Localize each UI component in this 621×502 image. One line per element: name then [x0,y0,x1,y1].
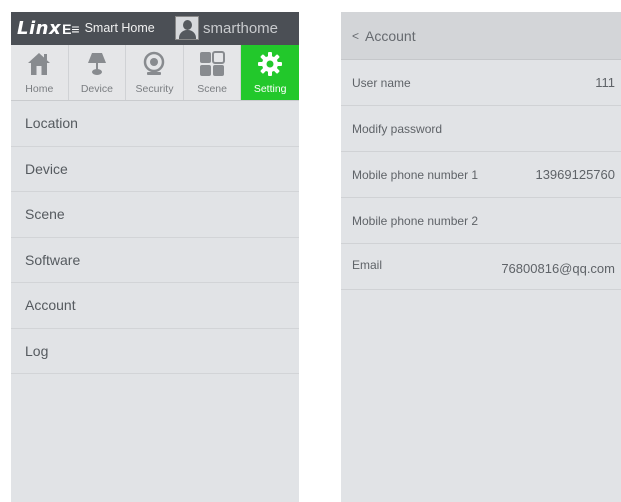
row-label: Mobile phone number 1 [352,167,479,182]
camera-icon [144,51,165,75]
app-title: Smart Home [84,20,155,35]
user-profile[interactable]: smarthome [175,16,278,40]
tab-setting-label: Setting [253,83,287,95]
house-icon [28,53,51,75]
row-modify-password[interactable]: Modify password [341,106,621,152]
account-screen: < Account User name 111 Modify password … [341,12,621,502]
account-header: < Account [341,12,621,60]
tab-home-label: Home [25,83,54,95]
gear-icon [258,52,283,76]
menu-item-software[interactable]: Software [11,238,299,283]
avatar-icon [175,16,199,40]
menu-item-device[interactable]: Device [11,147,299,192]
row-label: Modify password [352,121,443,136]
row-mobile-phone-1[interactable]: Mobile phone number 1 13969125760 [341,152,621,198]
lamp-icon [87,53,106,75]
menu-item-location[interactable]: Location [11,101,299,147]
back-button[interactable]: < [352,29,359,43]
app-logo: Linx E≡ [17,18,80,39]
tab-scene[interactable]: Scene [184,45,242,100]
grid-icon [200,51,226,76]
logo-text: Linx [17,18,62,39]
menu-item-scene[interactable]: Scene [11,192,299,238]
row-label: User name [352,75,411,90]
tab-device-label: Device [80,83,113,95]
row-user-name[interactable]: User name 111 [341,60,621,106]
logo-mark: E≡ [62,21,80,37]
row-value: 76800816@qq.com [501,261,615,276]
tab-home[interactable]: Home [11,45,69,100]
main-tab-bar: Home Device Security Scene Setting [11,45,299,101]
tab-security-label: Security [135,83,174,95]
app-header: Linx E≡ Smart Home smarthome [11,12,299,45]
row-value: 13969125760 [535,167,615,182]
tab-setting[interactable]: Setting [241,45,299,100]
tab-security[interactable]: Security [126,45,184,100]
settings-menu: Location Device Scene Software Account L… [11,101,299,374]
username-label: smarthome [203,19,279,37]
page-title: Account [365,27,416,44]
tab-device[interactable]: Device [69,45,127,100]
row-value: 111 [595,75,615,90]
settings-screen: Linx E≡ Smart Home smarthome Home Device… [11,12,299,502]
row-email[interactable]: Email 76800816@qq.com [341,244,621,290]
row-label: Mobile phone number 2 [352,213,479,228]
row-mobile-phone-2[interactable]: Mobile phone number 2 [341,198,621,244]
menu-item-log[interactable]: Log [11,329,299,374]
row-label: Email [352,258,383,272]
tab-scene-label: Scene [197,83,227,95]
menu-item-account[interactable]: Account [11,283,299,329]
